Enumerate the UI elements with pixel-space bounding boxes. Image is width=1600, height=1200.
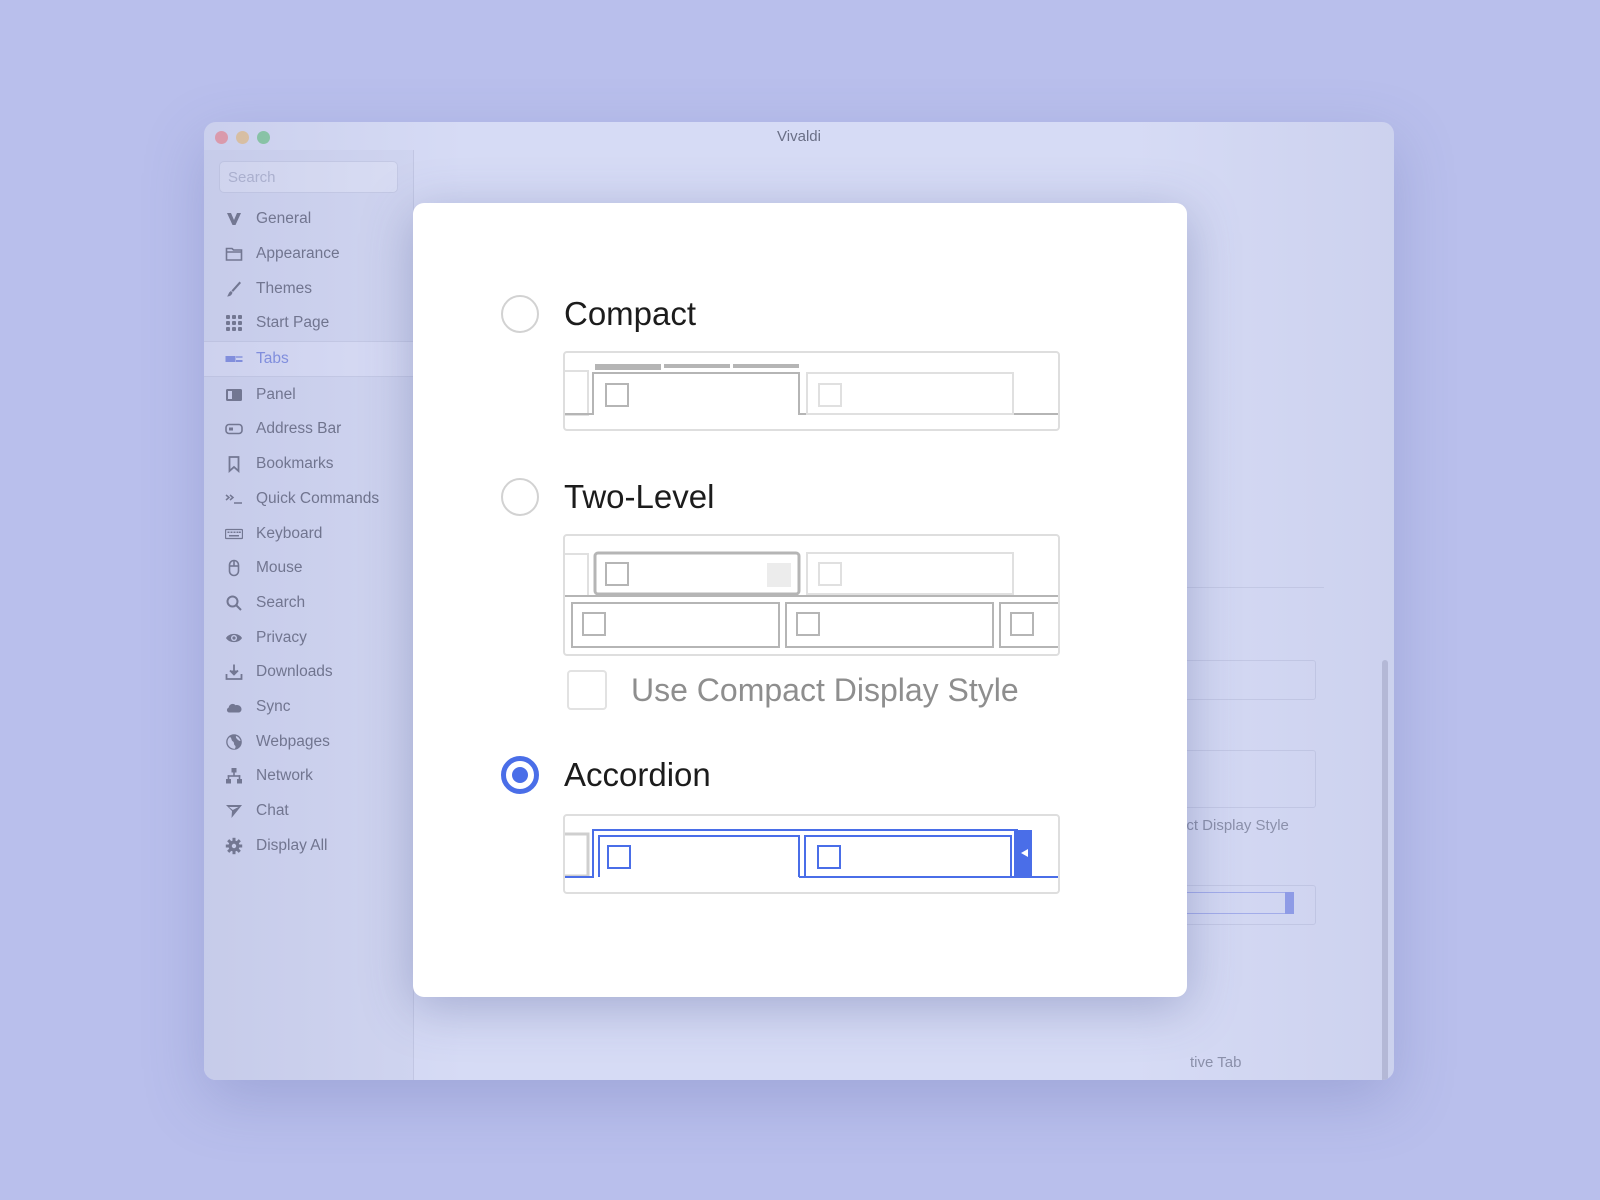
sidebar-item-label: Downloads	[256, 663, 333, 681]
sidebar-item-quick-commands[interactable]: Quick Commands	[204, 482, 413, 517]
sidebar-item-label: Mouse	[256, 559, 303, 577]
sidebar-item-sync[interactable]: Sync	[204, 690, 413, 725]
sidebar-item-label: Themes	[256, 279, 312, 297]
use-compact-display-style-label: Use Compact Display Style	[631, 671, 1019, 708]
settings-sidebar: Search General Appearance Themes Start P…	[204, 150, 414, 1080]
sidebar-item-bookmarks[interactable]: Bookmarks	[204, 447, 413, 482]
download-icon	[224, 663, 244, 681]
sidebar-item-label: Display All	[256, 836, 328, 854]
sidebar-item-address-bar[interactable]: Address Bar	[204, 412, 413, 447]
two-level-option[interactable]: Two-Level	[501, 478, 714, 516]
sidebar-item-appearance[interactable]: Appearance	[204, 237, 413, 272]
globe-icon	[224, 733, 244, 751]
folder-icon	[224, 245, 244, 263]
cloud-icon	[224, 698, 244, 716]
send-icon	[224, 802, 244, 820]
sidebar-nav: General Appearance Themes Start Page Tab…	[204, 202, 413, 863]
tab-style-dialog: Compact Two-Level Use Compact Display St…	[413, 203, 1187, 997]
sidebar-item-label: Keyboard	[256, 524, 323, 542]
search-icon	[224, 594, 244, 612]
sidebar-item-label: Start Page	[256, 314, 330, 332]
sidebar-search-input[interactable]: Search	[219, 161, 398, 193]
ghost-compact-display-label: act Display Style	[1178, 817, 1289, 834]
brush-icon	[224, 280, 244, 298]
sidebar-item-label: Sync	[256, 697, 291, 715]
sidebar-item-label: Network	[256, 767, 313, 785]
compact-label: Compact	[564, 295, 697, 332]
sidebar-item-label: Privacy	[256, 628, 307, 646]
sidebar-item-label: Bookmarks	[256, 455, 334, 473]
sidebar-item-label: Webpages	[256, 732, 330, 750]
eye-icon	[224, 629, 244, 647]
sidebar-item-mouse[interactable]: Mouse	[204, 551, 413, 586]
sidebar-item-keyboard[interactable]: Keyboard	[204, 516, 413, 551]
panel-icon	[224, 386, 244, 404]
vivaldi-v-icon	[224, 210, 244, 228]
sidebar-item-chat[interactable]: Chat	[204, 794, 413, 829]
sidebar-item-label: Chat	[256, 802, 289, 820]
sidebar-item-display-all[interactable]: Display All	[204, 828, 413, 863]
sidebar-item-privacy[interactable]: Privacy	[204, 620, 413, 655]
compact-preview-image	[563, 351, 1060, 431]
sidebar-item-webpages[interactable]: Webpages	[204, 724, 413, 759]
sidebar-item-label: Address Bar	[256, 420, 342, 438]
sidebar-item-network[interactable]: Network	[204, 759, 413, 794]
gear-icon	[224, 837, 244, 855]
sidebar-item-general[interactable]: General	[204, 202, 413, 237]
two-level-radio[interactable]	[501, 478, 539, 516]
sidebar-item-panel[interactable]: Panel	[204, 377, 413, 412]
compact-option[interactable]: Compact	[501, 295, 696, 333]
network-icon	[224, 767, 244, 785]
accordion-option[interactable]: Accordion	[501, 756, 711, 794]
mouse-icon	[224, 559, 244, 577]
use-compact-display-style-checkbox[interactable]	[567, 670, 607, 710]
sidebar-item-label: General	[256, 210, 312, 228]
maximize-window-button[interactable]	[257, 131, 270, 144]
sidebar-item-label: Panel	[256, 385, 296, 403]
sidebar-item-themes[interactable]: Themes	[204, 271, 413, 306]
sidebar-item-label: Quick Commands	[256, 489, 380, 507]
sidebar-item-label: Search	[256, 593, 306, 611]
compact-radio[interactable]	[501, 295, 539, 333]
bookmark-icon	[224, 455, 244, 474]
sidebar-item-label: Appearance	[256, 245, 340, 263]
sidebar-item-label: Tabs	[256, 350, 289, 368]
grid-icon	[224, 314, 244, 332]
sidebar-item-search[interactable]: Search	[204, 586, 413, 621]
close-window-button[interactable]	[215, 131, 228, 144]
tabs-icon	[224, 350, 244, 368]
title-bar: Vivaldi	[204, 122, 1394, 150]
sidebar-item-downloads[interactable]: Downloads	[204, 655, 413, 690]
accordion-preview-image	[563, 814, 1060, 894]
terminal-icon	[224, 490, 244, 508]
minimize-window-button[interactable]	[236, 131, 249, 144]
sidebar-item-start-page[interactable]: Start Page	[204, 306, 413, 341]
accordion-label: Accordion	[564, 756, 711, 793]
two-level-preview-image	[563, 534, 1060, 656]
address-bar-icon	[224, 420, 244, 438]
use-compact-display-style-option[interactable]: Use Compact Display Style	[567, 670, 1019, 710]
keyboard-icon	[224, 525, 244, 543]
ghost-active-tab-label: tive Tab	[1190, 1054, 1242, 1071]
accordion-radio[interactable]	[501, 756, 539, 794]
sidebar-item-tabs[interactable]: Tabs	[204, 340, 413, 378]
two-level-label: Two-Level	[564, 478, 715, 515]
window-title: Vivaldi	[777, 128, 821, 145]
content-scrollbar[interactable]	[1382, 660, 1388, 1080]
